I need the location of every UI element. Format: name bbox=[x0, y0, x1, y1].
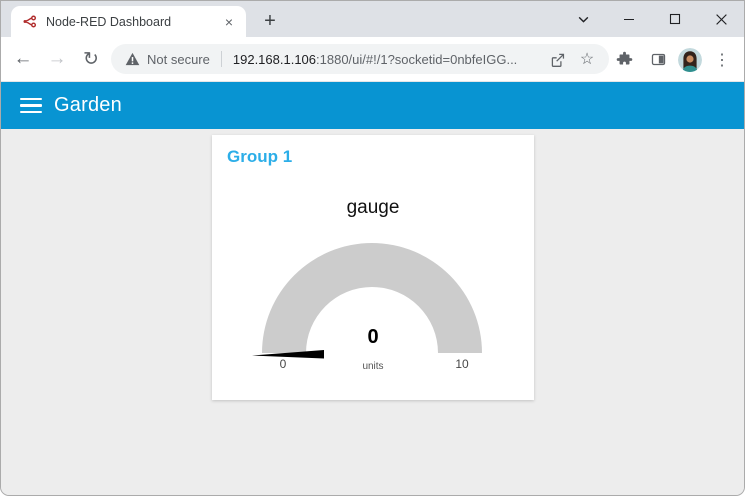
browser-window: Node-RED Dashboard × + ← → ↻ Not secure … bbox=[0, 0, 745, 496]
url-host: 192.168.1.106 bbox=[232, 51, 317, 67]
close-window-button[interactable] bbox=[698, 1, 744, 37]
node-red-favicon-icon bbox=[23, 15, 37, 28]
new-tab-button[interactable]: + bbox=[256, 7, 284, 35]
dashboard-header: Garden bbox=[1, 82, 744, 129]
bookmark-star-icon[interactable]: ☆ bbox=[575, 47, 599, 71]
profile-avatar[interactable] bbox=[678, 47, 702, 72]
extensions-puzzle-icon[interactable] bbox=[610, 46, 638, 74]
maximize-button[interactable] bbox=[652, 1, 698, 37]
side-panel-icon[interactable] bbox=[644, 46, 672, 74]
security-status-label: Not secure bbox=[147, 51, 210, 67]
window-controls bbox=[560, 1, 744, 37]
browser-toolbar: ← → ↻ Not secure 192.168.1.106:1880/ui/#… bbox=[1, 37, 744, 82]
toolbar-right: ⋮ bbox=[610, 37, 744, 82]
back-button[interactable]: ← bbox=[7, 43, 39, 75]
dashboard-title: Garden bbox=[54, 94, 122, 116]
browser-menu-kebab-icon[interactable]: ⋮ bbox=[708, 46, 736, 74]
share-icon[interactable] bbox=[545, 47, 569, 71]
address-bar[interactable]: Not secure 192.168.1.106:1880/ui/#!/1?so… bbox=[111, 44, 609, 74]
gauge-value: 0 bbox=[367, 326, 379, 348]
dashboard-content: Group 1 gauge 0 units 0 10 bbox=[1, 129, 744, 495]
tab-close-icon[interactable]: × bbox=[220, 13, 238, 31]
not-secure-warning-icon bbox=[125, 52, 140, 66]
menu-hamburger-icon[interactable] bbox=[20, 97, 42, 114]
url-path: :1880/ui/#!/1?socketid=0nbfeIGG... bbox=[316, 51, 518, 67]
browser-tab[interactable]: Node-RED Dashboard × bbox=[11, 6, 246, 37]
forward-button[interactable]: → bbox=[41, 43, 73, 75]
group-card: Group 1 gauge 0 units 0 10 bbox=[212, 135, 534, 400]
url-text: 192.168.1.106:1880/ui/#!/1?socketid=0nbf… bbox=[233, 52, 517, 67]
gauge-max-label: 10 bbox=[455, 357, 469, 371]
omnibox-divider bbox=[220, 51, 222, 67]
minimize-button[interactable] bbox=[606, 1, 652, 37]
tab-search-chevron-icon[interactable] bbox=[560, 1, 606, 37]
gauge-min-label: 0 bbox=[279, 357, 287, 371]
reload-button[interactable]: ↻ bbox=[75, 43, 107, 75]
tab-strip: Node-RED Dashboard × + bbox=[1, 1, 744, 37]
tab-title: Node-RED Dashboard bbox=[46, 14, 172, 29]
